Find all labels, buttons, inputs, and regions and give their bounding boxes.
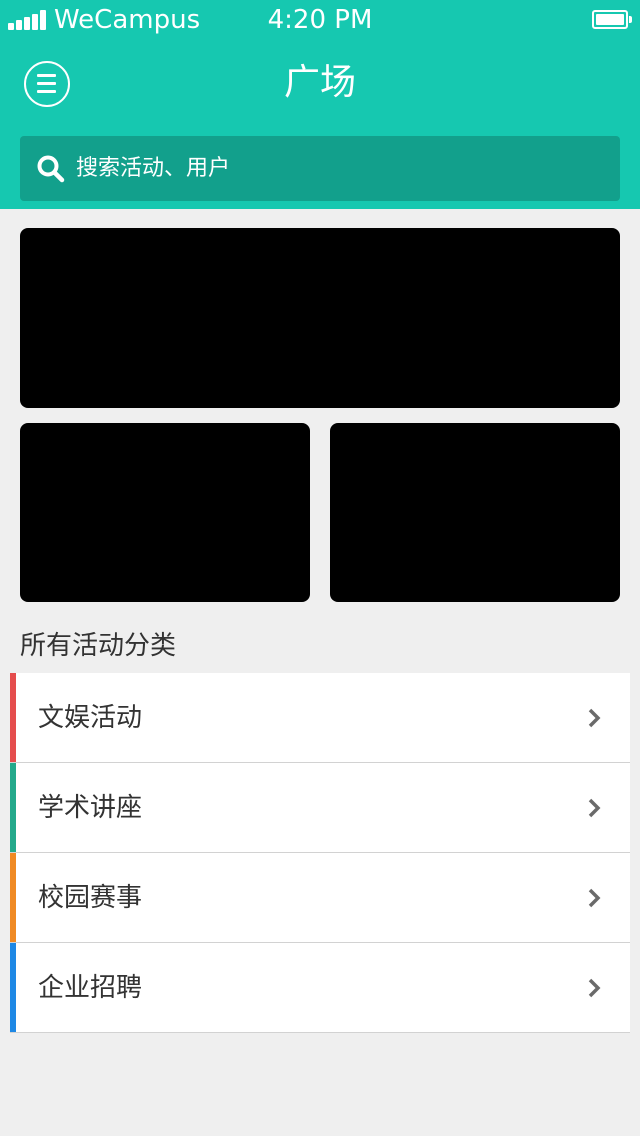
- chevron-right-icon: [588, 798, 601, 818]
- chevron-right-icon: [588, 978, 601, 998]
- app-header: WeCampus 4:20 PM 广场: [0, 0, 640, 209]
- page-title: 广场: [283, 62, 356, 103]
- category-color-bar: [10, 943, 16, 1032]
- promo-tile-right[interactable]: [330, 423, 620, 602]
- category-label: 企业招聘: [38, 973, 143, 1003]
- category-color-bar: [10, 763, 16, 852]
- battery-level: [596, 14, 624, 25]
- search-bar[interactable]: [20, 136, 620, 201]
- category-color-bar: [10, 673, 16, 762]
- chevron-right-icon: [588, 888, 601, 908]
- category-color-bar: [10, 853, 16, 942]
- chevron-right-icon: [588, 708, 601, 728]
- promo-tile-left[interactable]: [20, 423, 310, 602]
- status-bar: WeCampus 4:20 PM: [0, 0, 640, 40]
- status-time: 4:20 PM: [267, 5, 373, 35]
- search-input[interactable]: [76, 136, 596, 201]
- category-item-entertainment[interactable]: 文娱活动: [10, 673, 630, 763]
- battery-icon: [592, 10, 632, 29]
- category-item-lectures[interactable]: 学术讲座: [10, 763, 630, 853]
- search-icon: [37, 155, 65, 183]
- category-label: 校园赛事: [38, 883, 143, 913]
- category-item-competitions[interactable]: 校园赛事: [10, 853, 630, 943]
- featured-banner[interactable]: [20, 228, 620, 408]
- category-label: 文娱活动: [38, 703, 143, 733]
- category-list: 文娱活动 学术讲座 校园赛事 企业招聘: [10, 673, 630, 1033]
- section-title: 所有活动分类: [20, 631, 177, 661]
- category-item-recruiting[interactable]: 企业招聘: [10, 943, 630, 1033]
- category-label: 学术讲座: [38, 793, 143, 823]
